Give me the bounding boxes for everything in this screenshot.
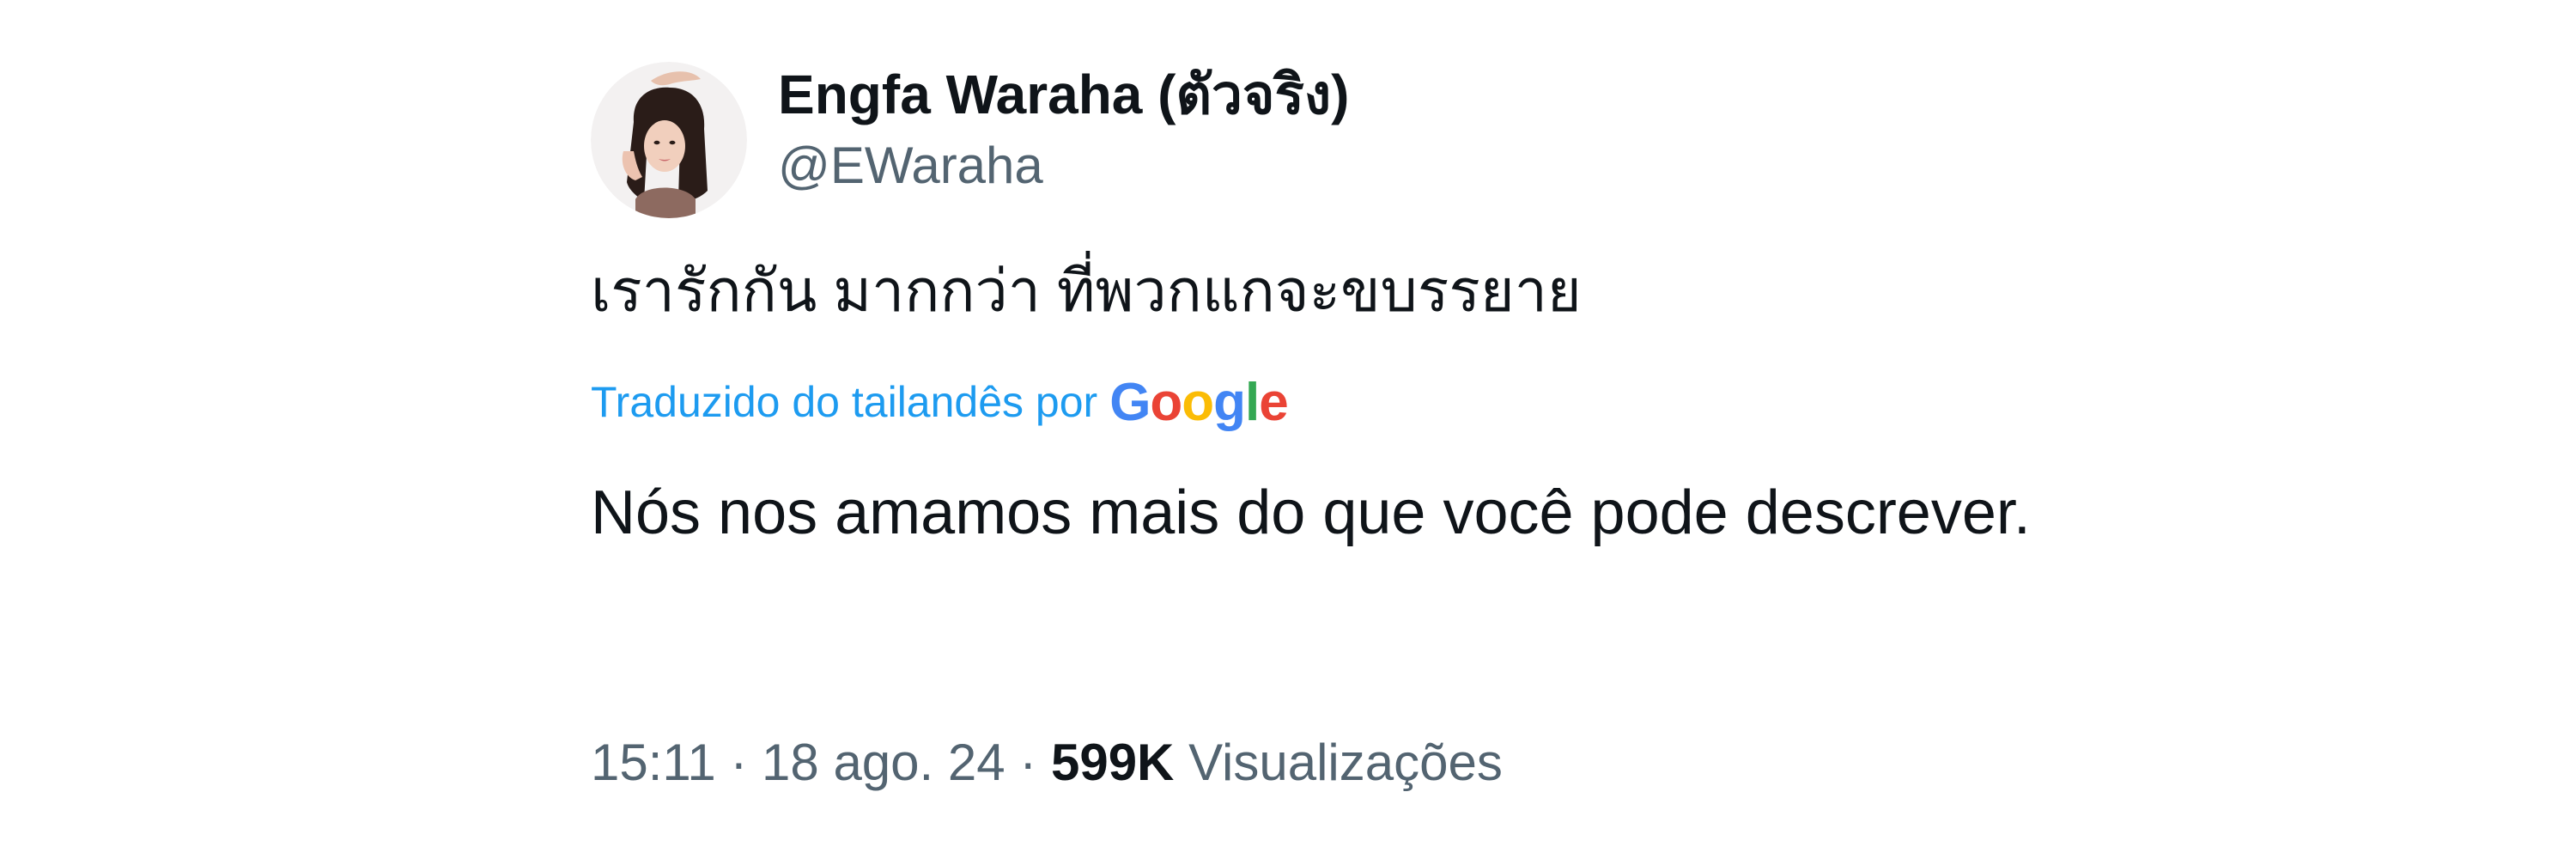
tweet-card: Engfa Waraha (ตัวจริง) @EWaraha เรารักกั… (0, 0, 2576, 859)
google-logo[interactable]: Google (1109, 372, 1289, 433)
meta-separator: · (1019, 734, 1037, 791)
views-count[interactable]: 599K (1051, 734, 1174, 791)
tweet-date[interactable]: 18 ago. 24 (762, 734, 1005, 791)
author-handle[interactable]: @EWaraha (778, 136, 1043, 196)
translation-attribution: Traduzido do tailandês por Google (591, 368, 1289, 436)
google-logo-letter: g (1213, 372, 1246, 432)
google-logo-letter: G (1109, 372, 1151, 432)
tweet-time[interactable]: 15:11 (591, 734, 716, 791)
translation-label-link[interactable]: Traduzido do tailandês por (591, 377, 1097, 427)
author-display-name[interactable]: Engfa Waraha (ตัวจริง) (778, 62, 1349, 127)
google-logo-letter: e (1259, 372, 1288, 432)
tweet-original-text: เรารักกัน มากกว่า ที่พวกแกจะขบรรยาย (591, 259, 1582, 324)
tweet-meta: 15:11 · 18 ago. 24 · 599K Visualizações (591, 730, 1503, 795)
avatar[interactable] (591, 62, 747, 218)
meta-separator: · (730, 734, 748, 791)
avatar-image (591, 62, 747, 218)
google-logo-letter: l (1245, 372, 1260, 432)
google-logo-letter: o (1182, 372, 1214, 432)
views-label[interactable]: Visualizações (1188, 734, 1503, 791)
tweet-translated-text: Nós nos amamos mais do que você pode des… (591, 478, 2031, 547)
google-logo-letter: o (1150, 372, 1182, 432)
